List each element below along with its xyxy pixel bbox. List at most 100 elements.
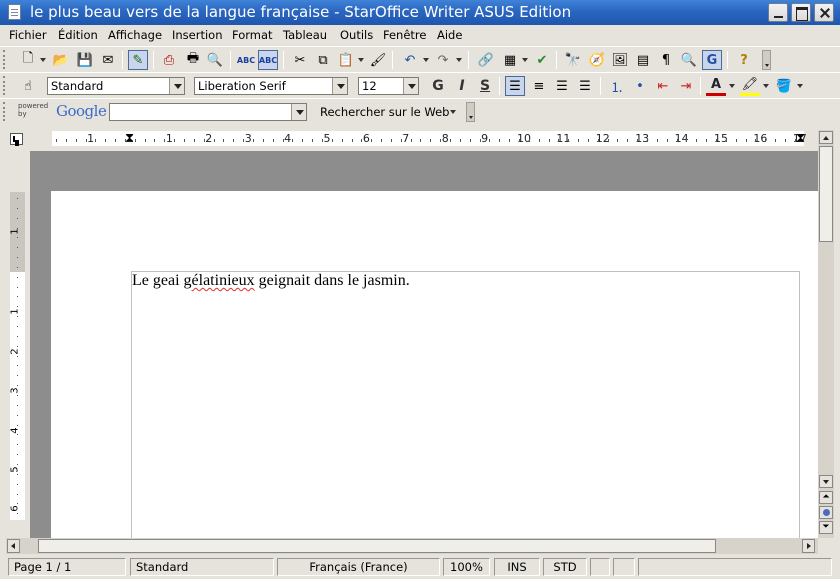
chevron-down-icon[interactable] (403, 78, 418, 94)
decrease-indent-icon[interactable]: ⇤ (653, 76, 673, 96)
email-icon[interactable]: ✉ (98, 50, 118, 70)
spellcheck-icon[interactable]: ABC (236, 50, 256, 70)
menu-affichage[interactable]: Affichage (108, 28, 162, 42)
menu-fichier[interactable]: Fichier (9, 28, 47, 42)
menu-insertion[interactable]: Insertion (172, 28, 223, 42)
hyperlink-icon[interactable]: 🔗 (476, 50, 496, 70)
paragraph-style-combo[interactable]: Standard (47, 77, 185, 95)
toolbar-grip[interactable] (3, 102, 6, 121)
table-dropdown-arrow[interactable] (522, 58, 528, 62)
clone-formatting-icon[interactable]: 🖌 (368, 50, 388, 70)
menu-edition[interactable]: Édition (58, 28, 98, 42)
font-color-dropdown-arrow[interactable] (729, 84, 735, 88)
find-replace-icon[interactable]: 🔭 (563, 50, 583, 70)
scroll-left-arrow-icon[interactable] (7, 539, 20, 553)
toolbar-grip[interactable] (3, 76, 6, 95)
cut-icon[interactable]: ✂ (290, 50, 310, 70)
vertical-scroll-thumb[interactable] (819, 146, 833, 242)
redo-dropdown-arrow[interactable] (456, 58, 462, 62)
print-icon[interactable]: 🖶 (183, 50, 203, 70)
chevron-down-icon[interactable] (291, 104, 306, 120)
edit-mode-icon[interactable]: ✎ (128, 50, 148, 70)
search-web-button[interactable]: Rechercher sur le Web (320, 105, 449, 119)
toolbar-overflow-button[interactable] (466, 102, 475, 122)
search-web-dropdown-arrow[interactable] (450, 110, 456, 114)
zoom-icon[interactable]: 🔍 (679, 50, 699, 70)
align-left-icon[interactable]: ☰ (505, 76, 525, 96)
save-icon[interactable]: 💾 (75, 50, 95, 70)
gallery-icon[interactable]: 🖼 (610, 50, 630, 70)
nonprinting-characters-icon[interactable]: ¶ (656, 50, 676, 70)
chevron-down-icon[interactable] (169, 78, 184, 94)
google-search-input[interactable] (109, 103, 307, 121)
italic-button[interactable]: I (452, 76, 472, 96)
new-dropdown-arrow[interactable] (40, 58, 46, 62)
status-zoom[interactable]: 100% (443, 558, 490, 576)
toolbar-grip[interactable] (3, 50, 6, 69)
background-color-icon[interactable]: 🪣 (774, 76, 794, 96)
toolbar-overflow-button[interactable] (762, 50, 771, 70)
menu-format[interactable]: Format (232, 28, 273, 42)
align-right-icon[interactable]: ☰ (552, 76, 572, 96)
undo-dropdown-arrow[interactable] (423, 58, 429, 62)
status-insert-mode[interactable]: INS (494, 558, 540, 576)
show-draw-functions-icon[interactable]: ✔ (532, 50, 552, 70)
navigator-icon[interactable]: 🧭 (587, 50, 607, 70)
misspelled-word[interactable]: gélatinieux (184, 272, 255, 289)
scroll-down-arrow-icon[interactable] (819, 475, 833, 488)
bullets-icon[interactable]: • (630, 76, 650, 96)
underline-button[interactable]: S (475, 76, 495, 96)
menu-aide[interactable]: Aide (437, 28, 462, 42)
status-selection-mode[interactable]: STD (543, 558, 587, 576)
status-page[interactable]: Page 1 / 1 (8, 558, 126, 576)
numbering-icon[interactable]: ⒈ (607, 76, 627, 96)
close-button[interactable] (814, 3, 834, 22)
previous-page-icon[interactable]: ⏶ (819, 491, 833, 504)
new-document-icon[interactable]: 🗋 (18, 50, 38, 70)
data-sources-icon[interactable]: ▤ (633, 50, 653, 70)
bold-button[interactable]: G (428, 76, 448, 96)
google-search-icon[interactable]: G (702, 50, 722, 70)
vertical-scrollbar[interactable]: ⏶ ⏷ (818, 130, 834, 538)
minimize-button[interactable] (768, 3, 788, 22)
increase-indent-icon[interactable]: ⇥ (676, 76, 696, 96)
next-page-icon[interactable]: ⏷ (819, 521, 833, 534)
menu-fenetre[interactable]: Fenêtre (383, 28, 426, 42)
left-indent-marker[interactable]: ⧗ (125, 132, 134, 145)
table-icon[interactable]: ▦ (500, 50, 520, 70)
open-folder-icon[interactable]: 📂 (51, 50, 71, 70)
chevron-down-icon[interactable] (332, 78, 347, 94)
font-size-combo[interactable]: 12 (358, 77, 419, 95)
right-indent-marker[interactable]: ⧗ (796, 132, 805, 145)
status-language[interactable]: Français (France) (277, 558, 440, 576)
undo-icon[interactable]: ↶ (400, 50, 420, 70)
document-page[interactable]: Le geai gélatinieux geignait dans le jas… (51, 191, 818, 538)
export-pdf-icon[interactable]: ⎙ (159, 50, 179, 70)
menu-tableau[interactable]: Tableau (283, 28, 327, 42)
highlighting-icon[interactable]: 🖍 (740, 76, 760, 96)
horizontal-scrollbar[interactable] (6, 538, 818, 554)
font-name-combo[interactable]: Liberation Serif (194, 77, 348, 95)
horizontal-scroll-thumb[interactable] (38, 539, 716, 553)
paste-dropdown-arrow[interactable] (358, 58, 364, 62)
vertical-ruler[interactable]: 1 1 2 3 4 5 6 (10, 192, 25, 520)
document-view[interactable]: Le geai gélatinieux geignait dans le jas… (30, 151, 818, 538)
align-justify-icon[interactable]: ☰ (575, 76, 595, 96)
maximize-button[interactable] (791, 3, 811, 22)
tab-type-button[interactable] (10, 133, 23, 145)
highlighting-dropdown-arrow[interactable] (763, 84, 769, 88)
menu-outils[interactable]: Outils (340, 28, 373, 42)
redo-icon[interactable]: ↷ (433, 50, 453, 70)
styles-formatting-icon[interactable]: ☝ (18, 76, 38, 96)
scroll-up-arrow-icon[interactable] (819, 131, 833, 144)
document-paragraph[interactable]: Le geai gélatinieux geignait dans le jas… (132, 272, 410, 290)
auto-spellcheck-icon[interactable]: ABC (258, 50, 278, 70)
status-page-style[interactable]: Standard (130, 558, 274, 576)
font-color-icon[interactable]: A (706, 76, 726, 96)
copy-icon[interactable]: ⧉ (313, 50, 333, 70)
paste-icon[interactable]: 📋 (336, 50, 356, 70)
scroll-right-arrow-icon[interactable] (802, 539, 815, 553)
horizontal-ruler[interactable]: 1 1 2 3 4 5 6 7 8 9 10 11 12 13 14 15 16 17 ⧗ ⧗ (52, 131, 807, 146)
help-icon[interactable]: ? (734, 50, 754, 70)
align-center-icon[interactable]: ≡ (529, 76, 549, 96)
